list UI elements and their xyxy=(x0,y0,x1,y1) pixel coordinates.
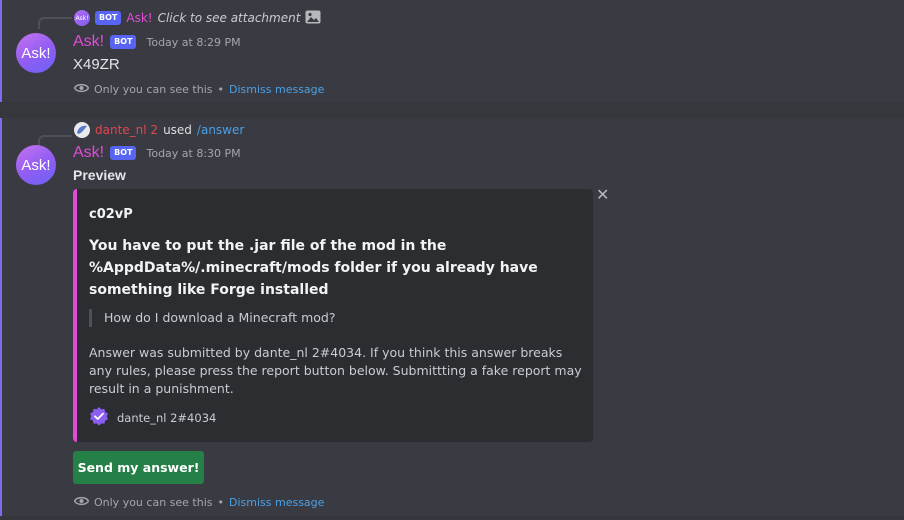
ephemeral-text: Only you can see this xyxy=(94,83,213,96)
dismiss-message-link[interactable]: Dismiss message xyxy=(229,83,324,96)
message-2: dante_nl 2 used /answer Ask! Ask! BOT To… xyxy=(0,118,904,516)
ephemeral-notice: Only you can see this • Dismiss message xyxy=(73,83,324,96)
embed-author: c02vP xyxy=(89,207,133,222)
message-header: Ask! BOT Today at 8:30 PM xyxy=(73,144,241,162)
reply-preview[interactable]: Ask! BOT Ask! Click to see attachment xyxy=(74,10,321,26)
bot-tag: BOT xyxy=(95,11,122,25)
embed-quote: How do I download a Minecraft mod? xyxy=(89,309,336,327)
ephemeral-notice: Only you can see this • Dismiss message xyxy=(73,496,324,509)
timestamp: Today at 8:29 PM xyxy=(146,35,241,49)
embed-description: Answer was submitted by dante_nl 2#4034.… xyxy=(89,345,582,396)
embed-footer: dante_nl 2#4034 xyxy=(89,406,216,429)
timestamp: Today at 8:30 PM xyxy=(146,146,241,160)
message-header: Ask! BOT Today at 8:29 PM xyxy=(73,33,241,51)
bot-tag: BOT xyxy=(110,146,137,160)
command-username[interactable]: dante_nl 2 xyxy=(95,123,158,137)
username[interactable]: Ask! xyxy=(73,144,104,162)
eye-icon xyxy=(73,496,90,509)
reply-text[interactable]: Click to see attachment xyxy=(158,11,301,25)
separator: • xyxy=(217,83,225,96)
reply-connector xyxy=(38,135,72,147)
avatar[interactable]: Ask! xyxy=(16,33,56,73)
command-name[interactable]: /answer xyxy=(197,123,244,137)
reply-avatar: Ask! xyxy=(74,10,90,26)
username[interactable]: Ask! xyxy=(73,33,104,51)
message-1: Ask! BOT Ask! Click to see attachment As… xyxy=(0,0,904,102)
bot-tag: BOT xyxy=(110,35,137,49)
send-answer-button[interactable]: Send my answer! xyxy=(73,451,204,484)
close-icon[interactable]: ✕ xyxy=(596,187,610,203)
command-reply[interactable]: dante_nl 2 used /answer xyxy=(74,122,244,138)
separator: • xyxy=(217,496,225,509)
ephemeral-text: Only you can see this xyxy=(94,496,213,509)
user-avatar[interactable] xyxy=(74,122,90,138)
eye-icon xyxy=(73,83,90,96)
message-content: X49ZR xyxy=(73,56,120,73)
image-icon xyxy=(305,10,321,27)
embed-title: You have to put the .jar file of the mod… xyxy=(89,238,538,298)
reply-connector xyxy=(38,17,72,29)
embed: c02vP You have to put the .jar file of t… xyxy=(73,189,593,442)
dismiss-message-link[interactable]: Dismiss message xyxy=(229,496,324,509)
avatar[interactable]: Ask! xyxy=(16,145,56,185)
message-content: Preview xyxy=(73,167,126,183)
verified-badge-icon xyxy=(89,406,109,429)
used-label: used xyxy=(163,123,192,137)
embed-footer-text: dante_nl 2#4034 xyxy=(117,410,217,425)
reply-username[interactable]: Ask! xyxy=(126,11,152,25)
